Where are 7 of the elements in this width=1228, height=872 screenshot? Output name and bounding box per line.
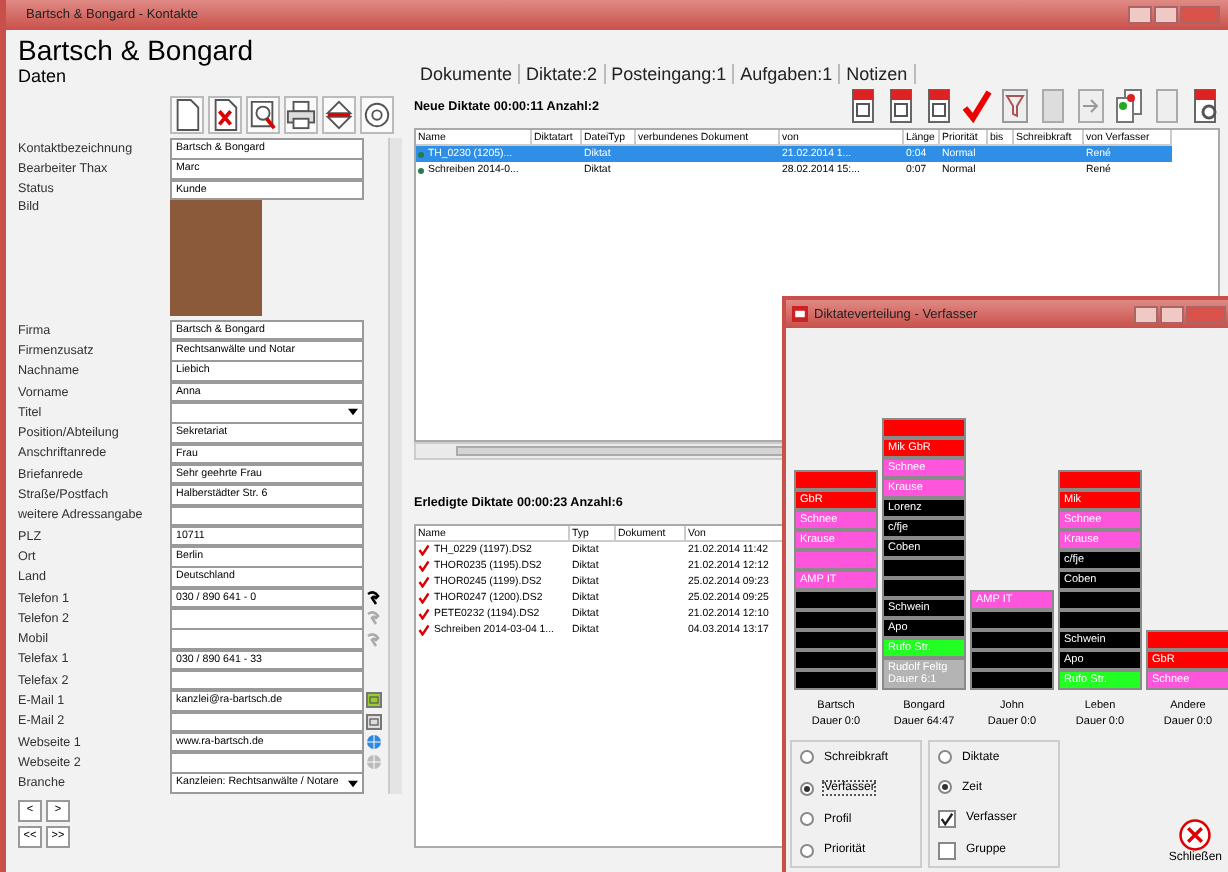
- tab[interactable]: Notizen: [840, 64, 916, 84]
- section-title: Daten: [18, 66, 69, 88]
- tab[interactable]: Posteingang:1: [605, 64, 735, 84]
- tab[interactable]: Diktate:2: [520, 64, 606, 84]
- tab[interactable]: Aufgaben:1: [734, 64, 841, 84]
- tab[interactable]: Dokumente: [414, 64, 521, 84]
- contact-name: Bartsch & Bongard: [18, 34, 256, 66]
